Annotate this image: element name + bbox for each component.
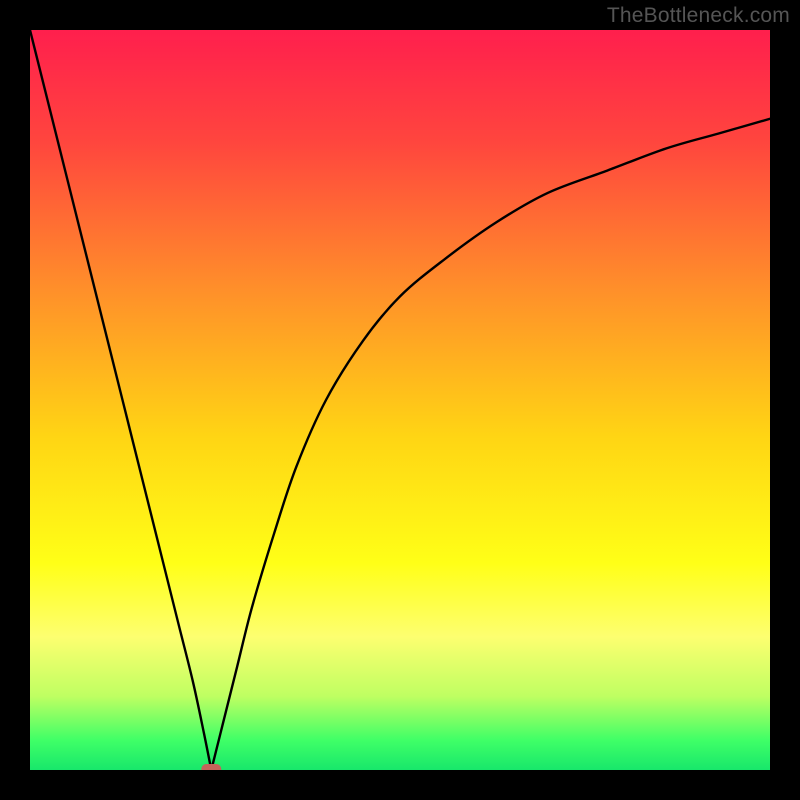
plot-area xyxy=(30,30,770,770)
watermark-text: TheBottleneck.com xyxy=(607,4,790,28)
bottleneck-marker xyxy=(201,764,221,770)
gradient-background xyxy=(30,30,770,770)
chart-frame: TheBottleneck.com xyxy=(0,0,800,800)
chart-svg xyxy=(30,30,770,770)
